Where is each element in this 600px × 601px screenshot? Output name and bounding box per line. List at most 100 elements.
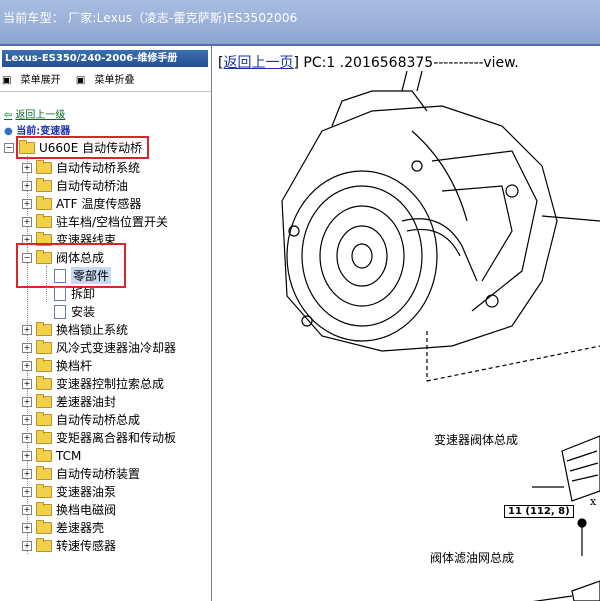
expand-toggle-icon[interactable]: +	[22, 324, 32, 335]
bolt	[505, 184, 519, 198]
bolt	[301, 315, 313, 327]
current-section: ● 当前:变速器	[4, 126, 71, 137]
tree-item-parts[interactable]: 零部件	[54, 267, 112, 284]
tree-item[interactable]: + 自动传动桥系统	[22, 159, 140, 176]
expand-toggle-icon[interactable]: +	[22, 450, 32, 461]
expand-toggle-icon[interactable]: +	[22, 216, 32, 227]
folder-icon	[36, 357, 52, 372]
folder-icon	[36, 159, 52, 174]
folder-icon	[36, 483, 52, 498]
title-bar: 当前车型： 厂家:Lexus（凌志-雷克萨斯)ES3502006	[0, 0, 600, 46]
bolt	[411, 160, 423, 172]
folder-icon	[36, 339, 52, 354]
expand-toggle-icon[interactable]: +	[22, 396, 32, 407]
expand-toggle-icon[interactable]: +	[22, 414, 32, 425]
tree-item[interactable]: + 转速传感器	[22, 537, 116, 554]
tree-item-install[interactable]: 安装	[54, 303, 95, 320]
tree-item[interactable]: + 换档杆	[22, 357, 92, 374]
tree-item[interactable]: + 差速器油封	[22, 393, 116, 410]
back-up-level-link[interactable]: ⇦ 返回上一级	[4, 106, 65, 121]
valve-body-part	[561, 435, 600, 502]
collapse-toggle-icon[interactable]: −	[4, 142, 14, 153]
tree-item[interactable]: + 换档电磁阀	[22, 501, 116, 518]
collapse-toggle-icon[interactable]: −	[22, 252, 32, 263]
bolt-head-icon	[577, 518, 587, 528]
page-path: PC:1 .2016568375----------view.	[298, 55, 519, 71]
tree-item[interactable]: + 驻车档/空档位置开关	[22, 213, 168, 230]
transaxle-drawing	[281, 71, 600, 601]
filter-part	[571, 580, 600, 601]
tree-item-removal[interactable]: 拆卸	[54, 285, 95, 302]
converter-center	[351, 243, 373, 269]
tree-item[interactable]: + 变速器控制拉索总成	[22, 375, 164, 392]
tree-root[interactable]: − U660E 自动传动桥	[4, 136, 150, 159]
converter-hub	[336, 225, 388, 287]
expand-toggle-icon[interactable]: +	[22, 342, 32, 353]
expand-toggle-icon[interactable]: +	[22, 378, 32, 389]
tree-item[interactable]: + ATF 温度传感器	[22, 195, 141, 212]
expand-toggle-icon[interactable]: +	[22, 486, 32, 497]
dipstick	[416, 71, 423, 92]
label-valve-body: 变速器阀体总成	[434, 433, 519, 447]
back-page-link[interactable]: 返回上一页	[223, 55, 293, 71]
label-leader	[532, 595, 573, 601]
bolt	[485, 294, 499, 308]
vehicle-title: 当前车型： 厂家:Lexus（凌志-雷克萨斯)ES3502006	[3, 11, 298, 25]
tree-item[interactable]: + 差速器壳	[22, 519, 104, 536]
folder-icon	[36, 501, 52, 516]
folder-icon	[36, 393, 52, 408]
collapse-menu-button[interactable]: ▣ 菜单折叠	[76, 75, 141, 86]
folder-icon	[36, 195, 52, 210]
tree-item[interactable]: + TCM	[22, 447, 81, 464]
location-pin-icon: ●	[4, 126, 13, 137]
document-icon	[54, 268, 66, 283]
tree-item[interactable]: + 自动传动桥装置	[22, 465, 140, 482]
tree-item[interactable]: + 自动传动桥油	[22, 177, 128, 194]
converter-housing	[286, 170, 438, 342]
tree-item[interactable]: + 变速器油泵	[22, 483, 116, 500]
expand-menu-button[interactable]: ▣ 菜单展开	[2, 75, 67, 86]
torque-mark: x	[590, 495, 597, 508]
tree-item[interactable]: + 变矩器离合器和传动板	[22, 429, 176, 446]
dipstick	[401, 71, 408, 92]
valve-body-detail	[566, 450, 599, 482]
leader-line	[541, 215, 600, 222]
folder-icon	[36, 447, 52, 462]
tree-item-valve-body[interactable]: − 阀体总成	[22, 249, 104, 266]
expand-toggle-icon[interactable]: +	[22, 198, 32, 209]
case-rib	[411, 130, 468, 222]
oil-pipe	[401, 218, 478, 282]
document-icon	[54, 286, 66, 301]
expand-toggle-icon[interactable]: +	[22, 180, 32, 191]
tree-item[interactable]: + 风冷式变速器油冷却器	[22, 339, 176, 356]
folder-open-icon	[19, 139, 35, 154]
tree-root-label: U660E 自动传动桥	[39, 141, 143, 155]
tree-root-highlight: U660E 自动传动桥	[15, 136, 150, 159]
folder-icon	[36, 411, 52, 426]
content-pane: [返回上一页] PC:1 .2016568375----------view.	[212, 46, 600, 601]
folder-icon	[36, 177, 52, 192]
folder-open-icon	[36, 249, 52, 264]
menu-toggles: ▣ 菜单展开 ▣ 菜单折叠	[2, 71, 146, 86]
folder-icon	[36, 429, 52, 444]
folder-icon	[36, 375, 52, 390]
tree-item[interactable]: + 自动传动桥总成	[22, 411, 140, 428]
tree-item[interactable]: + 换档锁止系统	[22, 321, 128, 338]
sidebar: Lexus-ES350/240-2006-维修手册 ▣ 菜单展开 ▣ 菜单折叠 …	[0, 46, 212, 601]
expand-toggle-icon[interactable]: +	[22, 360, 32, 371]
leader-line	[426, 345, 600, 382]
folder-icon	[36, 537, 52, 552]
content-nav: [返回上一页] PC:1 .2016568375----------view.	[218, 55, 519, 71]
expand-toggle-icon[interactable]: +	[22, 432, 32, 443]
expand-toggle-icon[interactable]: +	[22, 504, 32, 515]
expand-toggle-icon[interactable]: +	[22, 162, 32, 173]
expand-toggle-icon[interactable]: +	[22, 468, 32, 479]
expand-toggle-icon[interactable]: +	[22, 522, 32, 533]
folder-icon	[36, 519, 52, 534]
sidebar-divider	[0, 91, 211, 92]
expand-toggle-icon[interactable]: +	[22, 540, 32, 551]
expand-toggle-icon[interactable]: +	[22, 234, 32, 245]
case-outline	[281, 105, 558, 352]
label-filter: 阀体滤油网总成	[430, 551, 515, 565]
manual-title: Lexus-ES350/240-2006-维修手册	[2, 50, 208, 67]
